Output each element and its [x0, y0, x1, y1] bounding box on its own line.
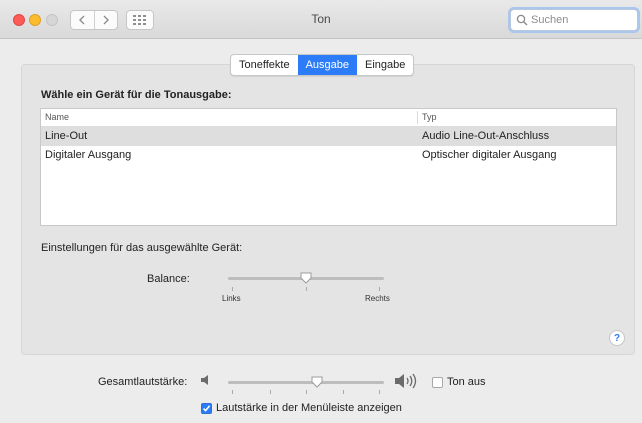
output-heading: Wähle ein Gerät für die Tonausgabe:: [41, 89, 232, 101]
mute-checkbox[interactable]: [432, 377, 443, 388]
tab-bar: Toneffekte Ausgabe Eingabe: [230, 54, 415, 76]
volume-slider-thumb[interactable]: [311, 376, 323, 388]
title-bar: Ton: [0, 0, 642, 39]
balance-slider-thumb[interactable]: [300, 272, 312, 284]
tab-ausgabe[interactable]: Ausgabe: [297, 55, 357, 75]
column-header-name[interactable]: Name: [45, 112, 69, 122]
device-name: Digitaler Ausgang: [45, 149, 132, 161]
mute-label: Ton aus: [447, 376, 486, 388]
table-row[interactable]: Digitaler Ausgang Optischer digitaler Au…: [41, 146, 616, 165]
device-name: Line-Out: [45, 130, 88, 142]
device-type: Audio Line-Out-Anschluss: [422, 130, 550, 142]
column-divider: [417, 111, 418, 124]
balance-label: Balance:: [147, 273, 190, 285]
device-settings-label: Einstellungen für das ausgewählte Gerät:: [41, 242, 243, 254]
help-icon[interactable]: ?: [609, 330, 625, 346]
volume-slider-track[interactable]: [228, 381, 384, 384]
volume-label: Gesamtlautstärke:: [98, 376, 188, 388]
balance-tick: [232, 287, 233, 291]
table-row[interactable]: Line-Out Audio Line-Out-Anschluss: [41, 127, 616, 146]
tab-toneffekte[interactable]: Toneffekte: [231, 55, 298, 75]
table-header: Name Typ: [41, 109, 616, 127]
column-header-type[interactable]: Typ: [422, 112, 437, 122]
search-input[interactable]: [531, 12, 631, 28]
speaker-high-icon: [393, 372, 423, 393]
search-field[interactable]: [510, 9, 638, 31]
tab-eingabe[interactable]: Eingabe: [357, 55, 413, 75]
volume-tick: [379, 390, 380, 394]
menubar-volume-checkbox[interactable]: [201, 403, 212, 414]
volume-tick: [232, 390, 233, 394]
search-icon: [516, 14, 528, 29]
device-table: Name Typ Line-Out Audio Line-Out-Anschlu…: [40, 108, 617, 226]
menubar-volume-label: Lautstärke in der Menüleiste anzeigen: [216, 402, 402, 414]
volume-tick: [343, 390, 344, 394]
volume-tick: [270, 390, 271, 394]
balance-tick: [306, 287, 307, 291]
speaker-low-icon: [199, 373, 213, 390]
balance-right-label: Rechts: [365, 294, 390, 303]
balance-left-label: Links: [222, 294, 241, 303]
volume-tick: [306, 390, 307, 394]
device-type: Optischer digitaler Ausgang: [422, 149, 557, 161]
balance-tick: [379, 287, 380, 291]
